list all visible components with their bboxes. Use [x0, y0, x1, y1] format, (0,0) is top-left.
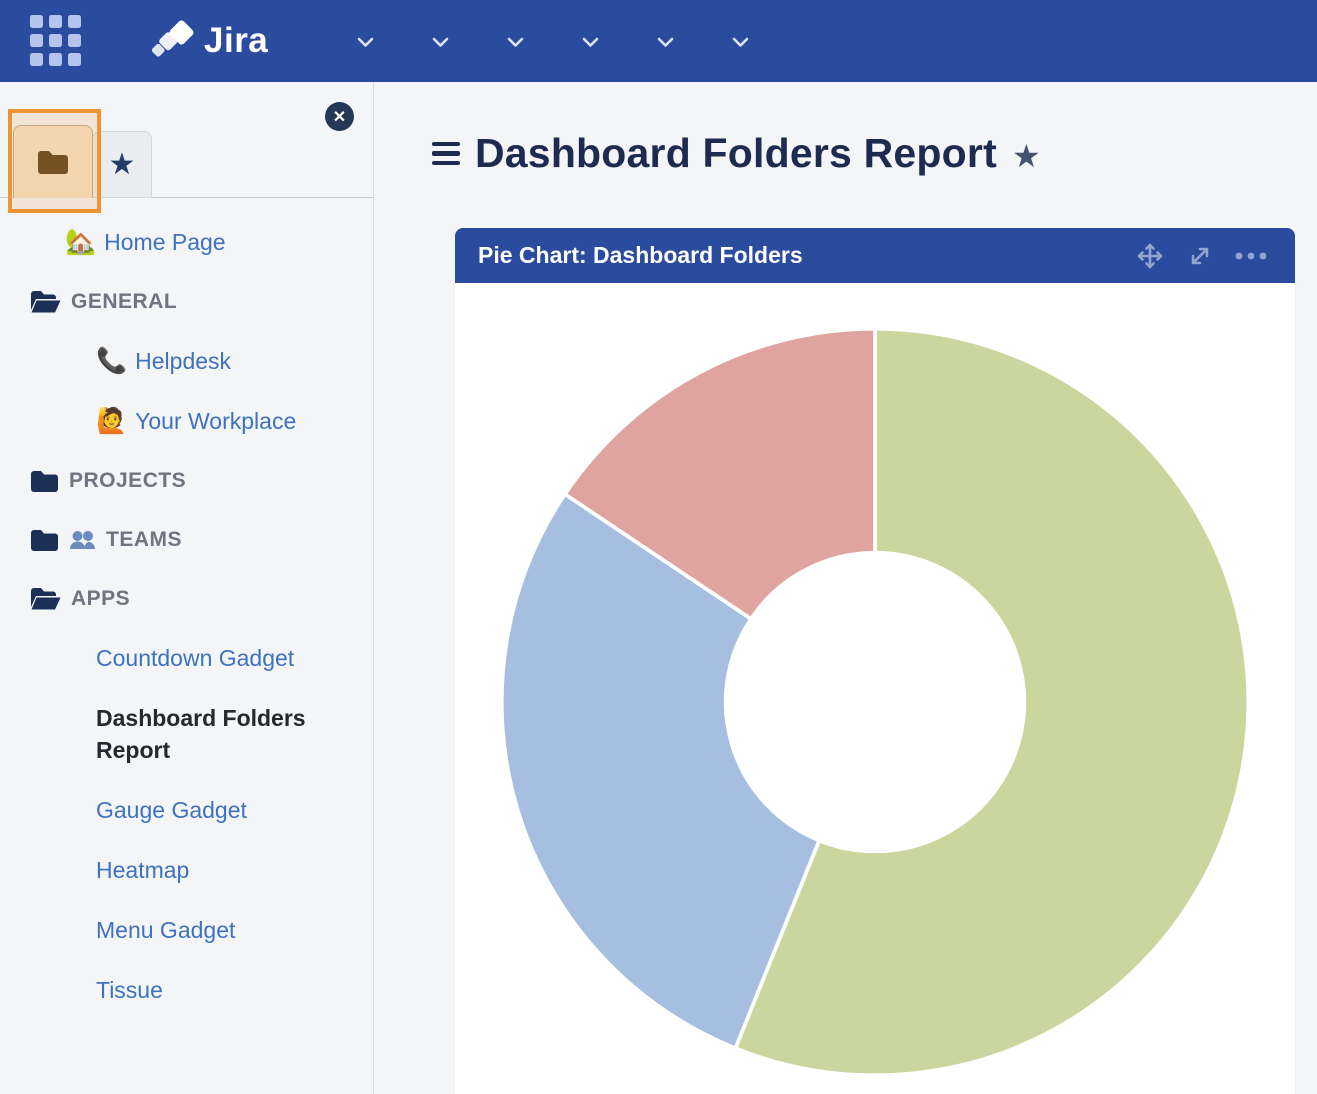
hamburger-icon[interactable] [432, 142, 460, 166]
chevron-down-icon [732, 37, 749, 48]
nav-item-issues[interactable] [496, 34, 524, 48]
phone-icon: 📞 [96, 347, 127, 375]
sidebar-item-label: TEAMS [106, 524, 182, 556]
chevron-down-icon [582, 37, 599, 48]
sidebar-tabbar: ★ ✕ [0, 82, 373, 198]
sidebar-item-label: Heatmap [96, 857, 189, 883]
sidebar-section-teams: TEAMS [0, 524, 373, 556]
sidebar-item-label: Dashboard Folders Report [96, 705, 306, 763]
people-icon [69, 530, 96, 550]
sidebar-item-label: Menu Gadget [96, 917, 235, 943]
move-icon[interactable] [1135, 241, 1165, 271]
nav-item-projects[interactable] [421, 34, 449, 48]
favorite-star-icon[interactable]: ★ [1012, 137, 1041, 175]
sidebar-item-your-workplace[interactable]: 🙋 Your Workplace [0, 405, 373, 437]
gadget-body [455, 283, 1295, 1079]
chevron-down-icon [507, 37, 524, 48]
pie-chart-gadget: Pie Chart: Dashboard Folders [455, 228, 1295, 1094]
page-title: Dashboard Folders Report [475, 130, 997, 177]
sidebar-item-label: GENERAL [71, 286, 177, 318]
sidebar-item-label: APPS [71, 583, 130, 615]
tab-favorites[interactable]: ★ [92, 131, 152, 198]
app-switcher-icon[interactable] [30, 15, 82, 67]
jira-logo[interactable]: Jira [152, 19, 268, 63]
ellipsis-icon[interactable] [1235, 252, 1267, 260]
gadget-header[interactable]: Pie Chart: Dashboard Folders [455, 228, 1295, 283]
nav-item-more[interactable] [721, 34, 749, 48]
sidebar-item-dashboard-folders-report[interactable]: Dashboard Folders Report [0, 702, 373, 766]
expand-icon[interactable] [1187, 243, 1213, 269]
jira-logo-icon [152, 19, 196, 63]
close-icon[interactable]: ✕ [325, 102, 354, 131]
sidebar-item-tissue[interactable]: Tissue [0, 974, 373, 1006]
sidebar-folder-tree: 🏡 Home Page GENERAL 📞 Helpdesk 🙋 Your Workplac… [0, 198, 373, 1006]
folder-closed-icon [30, 470, 59, 493]
navbar-menu [346, 34, 749, 48]
sidebar-item-gauge-gadget[interactable]: Gauge Gadget [0, 794, 373, 826]
folder-icon [36, 149, 70, 176]
chevron-down-icon [357, 37, 374, 48]
house-icon: 🏡 [65, 228, 96, 256]
sidebar-item-home-page[interactable]: 🏡 Home Page [0, 226, 373, 258]
sidebar-item-label: Helpdesk [135, 348, 231, 374]
sidebar-section-apps: APPS [0, 583, 373, 615]
star-icon: ★ [109, 147, 136, 182]
folder-closed-icon [30, 529, 59, 552]
folder-open-icon [30, 587, 61, 611]
sidebar-item-countdown-gadget[interactable]: Countdown Gadget [0, 642, 373, 674]
chevron-down-icon [432, 37, 449, 48]
main-content: Dashboard Folders Report ★ Pie Chart: Da… [375, 82, 1317, 1094]
sidebar-item-label: Home Page [104, 229, 225, 255]
sidebar-item-label: Gauge Gadget [96, 797, 247, 823]
sidebar-item-label: Countdown Gadget [96, 645, 294, 671]
donut-chart [498, 325, 1252, 1079]
tab-folders[interactable] [13, 125, 93, 198]
folder-open-icon [30, 290, 61, 314]
sidebar-item-label: Tissue [96, 977, 163, 1003]
sidebar-section-general: GENERAL [0, 286, 373, 318]
person-raising-hand-icon: 🙋 [96, 407, 127, 435]
sidebar-item-helpdesk[interactable]: 📞 Helpdesk [0, 345, 373, 377]
chevron-down-icon [657, 37, 674, 48]
sidebar-item-label: Your Workplace [135, 408, 296, 434]
gadget-title: Pie Chart: Dashboard Folders [478, 242, 1135, 269]
nav-item-boards[interactable] [571, 34, 599, 48]
jira-logo-text: Jira [204, 21, 268, 61]
nav-item-dashboards[interactable] [346, 34, 374, 48]
nav-item-plans[interactable] [646, 34, 674, 48]
gadget-header-icons [1135, 241, 1267, 271]
sidebar-item-label: PROJECTS [69, 465, 186, 497]
sidebar-item-menu-gadget[interactable]: Menu Gadget [0, 914, 373, 946]
top-navbar: Jira [0, 0, 1317, 82]
sidebar: ★ ✕ 🏡 Home Page GENERAL 📞 Helpdesk 🙋 Your Work… [0, 82, 374, 1094]
page-header: Dashboard Folders Report ★ [432, 130, 1317, 177]
sidebar-item-heatmap[interactable]: Heatmap [0, 854, 373, 886]
sidebar-section-projects: PROJECTS [0, 465, 373, 497]
